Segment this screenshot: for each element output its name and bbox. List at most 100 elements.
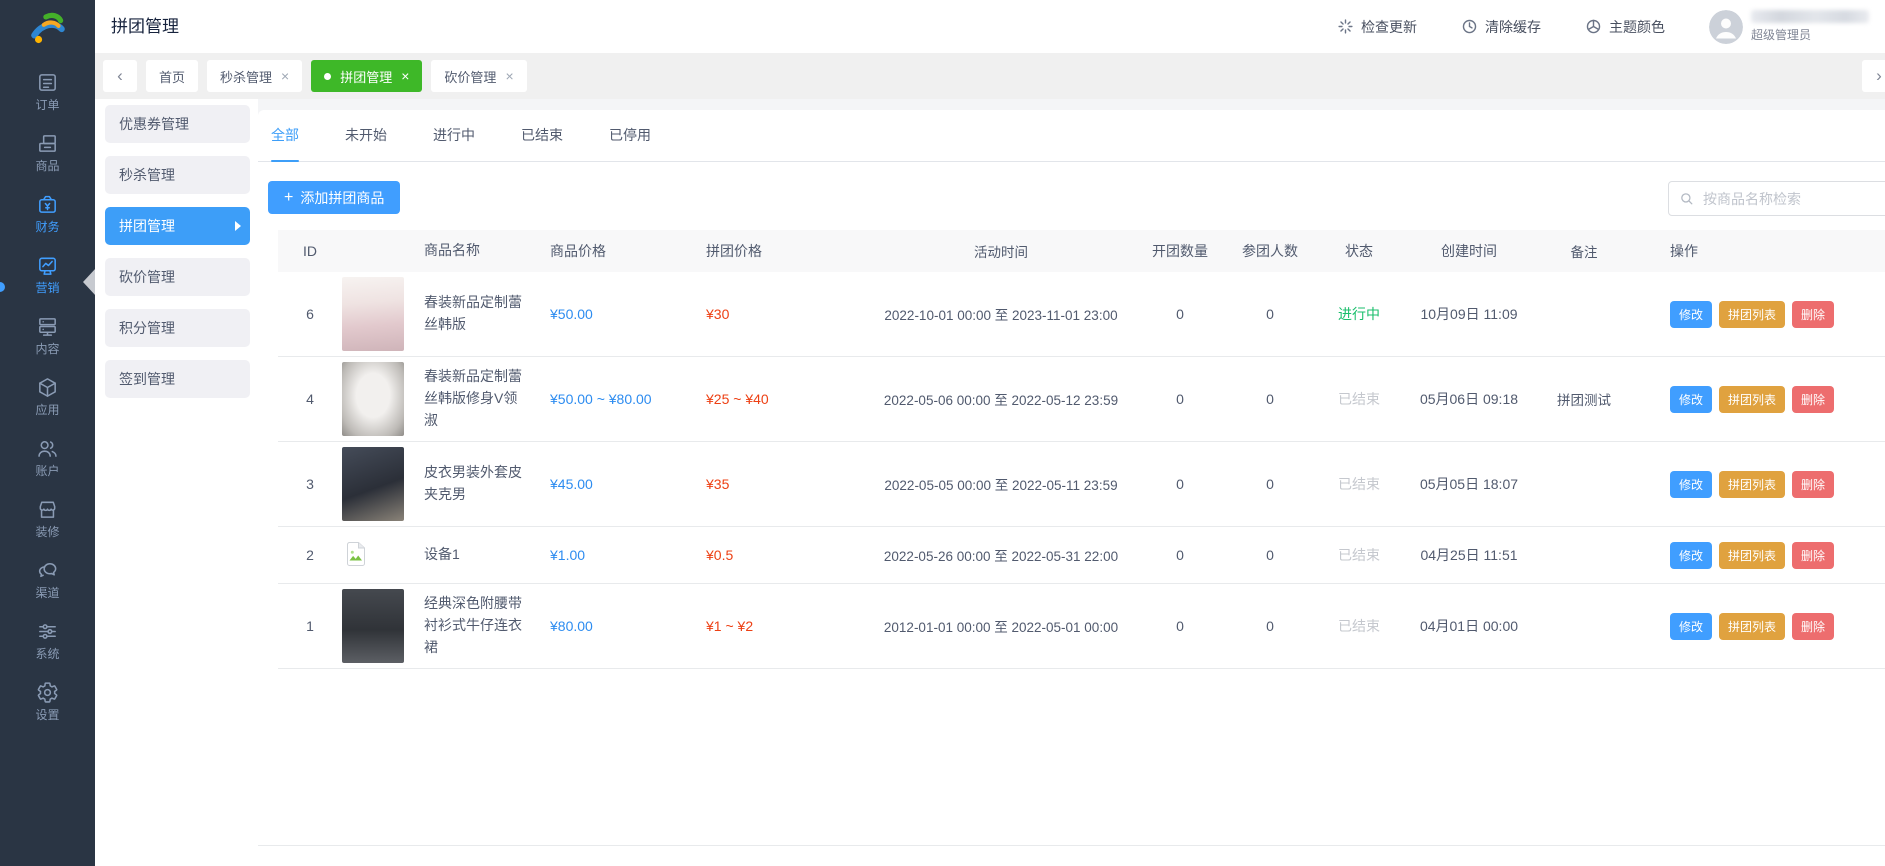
tabs-scroll-left-button[interactable]: ‹ bbox=[103, 60, 137, 92]
cell-id: 6 bbox=[278, 306, 342, 322]
channel-icon bbox=[36, 559, 59, 582]
theme-color-button[interactable]: 主题颜色 bbox=[1585, 17, 1665, 37]
clear-cache-button[interactable]: 清除缓存 bbox=[1461, 17, 1541, 37]
filter-tab-0[interactable]: 全部 bbox=[271, 109, 299, 161]
filter-tab-label: 未开始 bbox=[345, 127, 387, 143]
column-header-9: 创建时间 bbox=[1404, 241, 1534, 261]
app-screen: 订单 商品 财务 营销 内容 应用 账户 装修 渠道 系统 设置 拼团管理 检 bbox=[0, 0, 1885, 866]
column-header-3: 商品价格 bbox=[550, 241, 706, 261]
filter-tab-4[interactable]: 已停用 bbox=[609, 109, 651, 161]
delete-button[interactable]: 删除 bbox=[1792, 386, 1834, 413]
modify-button[interactable]: 修改 bbox=[1670, 613, 1712, 640]
table-row: 2 设备1 ¥1.00 ¥0.5 2022-05-26 00:00 至 2022… bbox=[278, 527, 1885, 584]
product-image bbox=[342, 447, 404, 521]
sidebar-item-label: 商品 bbox=[35, 160, 59, 172]
submenu-item-3[interactable]: 砍价管理 bbox=[105, 258, 250, 296]
delete-button[interactable]: 删除 bbox=[1792, 471, 1834, 498]
groupbuy-list-button[interactable]: 拼团列表 bbox=[1719, 301, 1785, 328]
groupbuy-list-button[interactable]: 拼团列表 bbox=[1719, 386, 1785, 413]
cell-open-count: 0 bbox=[1134, 476, 1226, 492]
cell-actions: 修改拼团列表删除 bbox=[1634, 301, 1885, 328]
table-row: 4 春装新品定制蕾丝韩版修身V领淑 ¥50.00 ~ ¥80.00 ¥25 ~ … bbox=[278, 357, 1885, 442]
cell-product-price: ¥50.00 bbox=[550, 306, 706, 322]
app-logo[interactable] bbox=[0, 5, 95, 53]
tabs-scroll-right-button[interactable]: › bbox=[1862, 60, 1885, 92]
account-icon bbox=[36, 437, 59, 460]
groupbuy-list-button[interactable]: 拼团列表 bbox=[1719, 471, 1785, 498]
delete-button[interactable]: 删除 bbox=[1792, 542, 1834, 569]
sidebar-item-4[interactable]: 内容 bbox=[0, 304, 95, 365]
sidebar-item-7[interactable]: 装修 bbox=[0, 487, 95, 548]
sidebar-item-5[interactable]: 应用 bbox=[0, 365, 95, 426]
cell-join-count: 0 bbox=[1226, 547, 1314, 563]
cell-id: 4 bbox=[278, 391, 342, 407]
sidebar-item-8[interactable]: 渠道 bbox=[0, 548, 95, 609]
close-icon[interactable]: × bbox=[505, 69, 513, 83]
column-header-0: ID bbox=[278, 243, 342, 259]
cell-id: 2 bbox=[278, 547, 342, 563]
table-row: 1 经典深色附腰带衬衫式牛仔连衣裙 ¥80.00 ¥1 ~ ¥2 2012-01… bbox=[278, 584, 1885, 669]
status-badge: 已结束 bbox=[1314, 616, 1404, 636]
page-tabs: ‹ 首页 秒杀管理 × 拼团管理 × 砍价管理 × bbox=[95, 53, 1885, 92]
submenu-item-label: 积分管理 bbox=[119, 318, 175, 338]
modify-button[interactable]: 修改 bbox=[1670, 386, 1712, 413]
search-input[interactable] bbox=[1701, 190, 1885, 208]
page-tab-2[interactable]: 拼团管理 × bbox=[311, 60, 422, 92]
page-tab-3[interactable]: 砍价管理 × bbox=[431, 60, 526, 92]
primary-sidebar: 订单 商品 财务 营销 内容 应用 账户 装修 渠道 系统 设置 bbox=[0, 0, 95, 866]
cell-open-count: 0 bbox=[1134, 306, 1226, 322]
check-update-button[interactable]: 检查更新 bbox=[1337, 17, 1417, 37]
modify-button[interactable]: 修改 bbox=[1670, 301, 1712, 328]
cell-product-price: ¥45.00 bbox=[550, 476, 706, 492]
submenu-item-label: 秒杀管理 bbox=[119, 165, 175, 185]
delete-button[interactable]: 删除 bbox=[1792, 613, 1834, 640]
username-redacted bbox=[1751, 10, 1869, 23]
delete-button[interactable]: 删除 bbox=[1792, 301, 1834, 328]
sidebar-item-0[interactable]: 订单 bbox=[0, 60, 95, 121]
cell-group-price: ¥25 ~ ¥40 bbox=[706, 391, 868, 407]
submenu-item-4[interactable]: 积分管理 bbox=[105, 309, 250, 347]
clock-icon bbox=[1461, 18, 1478, 35]
user-block[interactable]: 超级管理员 bbox=[1709, 10, 1869, 44]
close-icon[interactable]: × bbox=[281, 69, 289, 83]
sidebar-item-6[interactable]: 账户 bbox=[0, 426, 95, 487]
cell-product-name: 春装新品定制蕾丝韩版 bbox=[424, 292, 550, 335]
page-tab-0[interactable]: 首页 bbox=[146, 60, 198, 92]
filter-tab-2[interactable]: 进行中 bbox=[433, 109, 475, 161]
table-row: 6 春装新品定制蕾丝韩版 ¥50.00 ¥30 2022-10-01 00:00… bbox=[278, 272, 1885, 357]
cell-activity-time: 2022-05-06 00:00 至 2022-05-12 23:59 bbox=[868, 389, 1134, 409]
card-bottom-divider bbox=[258, 845, 1885, 846]
cell-actions: 修改拼团列表删除 bbox=[1634, 471, 1885, 498]
sidebar-item-2[interactable]: 财务 bbox=[0, 182, 95, 243]
modify-button[interactable]: 修改 bbox=[1670, 542, 1712, 569]
page-title: 拼团管理 bbox=[111, 0, 179, 53]
sidebar-item-label: 账户 bbox=[35, 465, 59, 477]
topbar-actions: 检查更新 清除缓存 主题颜色 bbox=[1337, 0, 1869, 53]
submenu-item-0[interactable]: 优惠券管理 bbox=[105, 105, 250, 143]
filter-tab-label: 已停用 bbox=[609, 127, 651, 143]
sidebar-item-1[interactable]: 商品 bbox=[0, 121, 95, 182]
groupbuy-list-button[interactable]: 拼团列表 bbox=[1719, 542, 1785, 569]
modify-button[interactable]: 修改 bbox=[1670, 471, 1712, 498]
sidebar-item-3[interactable]: 营销 bbox=[0, 243, 95, 304]
submenu-item-2[interactable]: 拼团管理 bbox=[105, 207, 250, 245]
add-groupbuy-product-button[interactable]: + 添加拼团商品 bbox=[268, 181, 400, 214]
secondary-sidebar: 优惠券管理 秒杀管理 拼团管理 砍价管理 积分管理 签到管理 bbox=[95, 99, 258, 866]
filter-tab-1[interactable]: 未开始 bbox=[345, 109, 387, 161]
submenu-item-1[interactable]: 秒杀管理 bbox=[105, 156, 250, 194]
sidebar-item-10[interactable]: 设置 bbox=[0, 670, 95, 731]
page-tab-1[interactable]: 秒杀管理 × bbox=[207, 60, 302, 92]
user-role: 超级管理员 bbox=[1751, 26, 1869, 43]
column-header-8: 状态 bbox=[1314, 241, 1404, 261]
filter-tab-3[interactable]: 已结束 bbox=[521, 109, 563, 161]
sidebar-item-9[interactable]: 系统 bbox=[0, 609, 95, 670]
product-image bbox=[342, 277, 404, 351]
submenu-item-label: 砍价管理 bbox=[119, 267, 175, 287]
submenu-item-label: 拼团管理 bbox=[119, 216, 175, 236]
close-icon[interactable]: × bbox=[401, 69, 409, 83]
column-header-7: 参团人数 bbox=[1226, 241, 1314, 261]
groupbuy-list-button[interactable]: 拼团列表 bbox=[1719, 613, 1785, 640]
cell-join-count: 0 bbox=[1226, 476, 1314, 492]
submenu-item-5[interactable]: 签到管理 bbox=[105, 360, 250, 398]
cell-join-count: 0 bbox=[1226, 618, 1314, 634]
